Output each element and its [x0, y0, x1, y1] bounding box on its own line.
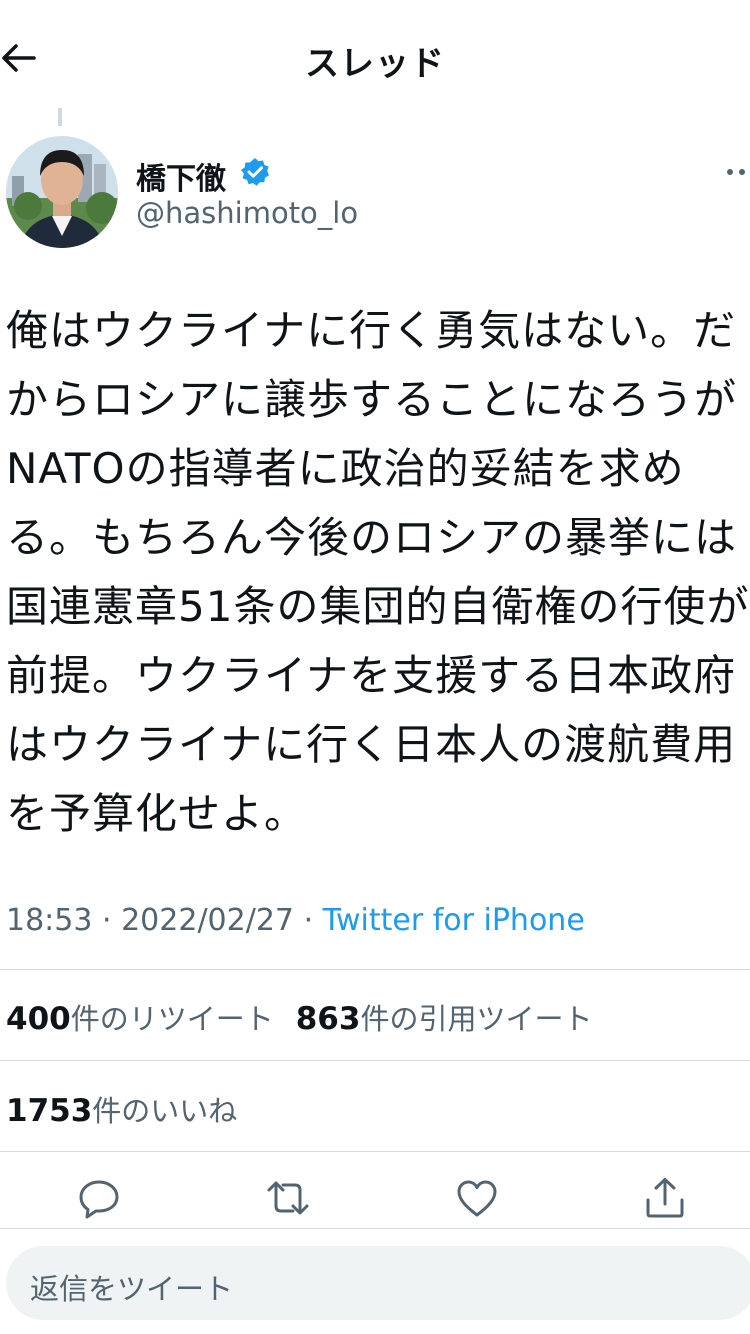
retweet-icon: [267, 1181, 309, 1215]
tweet-time: 18:53: [6, 903, 93, 938]
like-icon: [457, 1180, 497, 1217]
page-title: スレッド: [305, 44, 445, 84]
reply-icon: [79, 1180, 119, 1219]
top-bar: スレッド: [0, 0, 750, 110]
tweet-metadata: 18:53 · 2022/02/27 · Twitter for iPhone: [6, 903, 585, 938]
divider: [0, 1228, 750, 1229]
retweets-count: 400: [6, 1001, 71, 1037]
retweet-button[interactable]: [265, 1176, 309, 1220]
quotes-stat[interactable]: 863件の引用ツイート: [295, 1001, 593, 1037]
meta-separator: ·: [102, 903, 122, 938]
tweet-action-bar: [0, 1160, 750, 1230]
share-button[interactable]: [643, 1176, 687, 1220]
retweets-label: 件のリツイート: [70, 1002, 274, 1036]
user-handle[interactable]: @hashimoto_lo: [136, 196, 358, 230]
meta-separator: ·: [303, 903, 323, 938]
quotes-count: 863: [295, 1001, 361, 1037]
reply-button[interactable]: [77, 1176, 121, 1220]
reply-input[interactable]: 返信をツイート: [6, 1246, 750, 1320]
tweet-date: 2022/02/27: [121, 903, 295, 938]
likes-stats-row: 1753件のいいね: [6, 1088, 237, 1130]
more-options-icon[interactable]: [722, 160, 750, 184]
thread-connector: [58, 108, 62, 126]
share-stats-row: 400件のリツイート 863件の引用ツイート: [6, 996, 592, 1038]
like-button[interactable]: [455, 1176, 499, 1220]
avatar[interactable]: [6, 136, 118, 248]
divider: [0, 1151, 750, 1152]
likes-stat[interactable]: 1753件のいいね: [6, 1093, 238, 1129]
retweets-stat[interactable]: 400件のリツイート: [6, 1001, 274, 1037]
divider: [0, 1060, 750, 1061]
quotes-label: 件の引用ツイート: [360, 1002, 593, 1036]
likes-count: 1753: [6, 1093, 93, 1129]
display-name[interactable]: 橋下徹: [136, 154, 226, 198]
verified-badge-icon: [241, 158, 269, 186]
likes-label: 件のいいね: [92, 1094, 238, 1128]
share-icon: [646, 1178, 684, 1218]
divider: [0, 969, 750, 970]
tweet-text: 俺はウクライナに行く勇気はない。だからロシアに譲歩することになろうがNATOの指…: [6, 306, 750, 838]
reply-placeholder: 返信をツイート: [30, 1272, 234, 1306]
tweet-source-link[interactable]: Twitter for iPhone: [323, 903, 585, 938]
